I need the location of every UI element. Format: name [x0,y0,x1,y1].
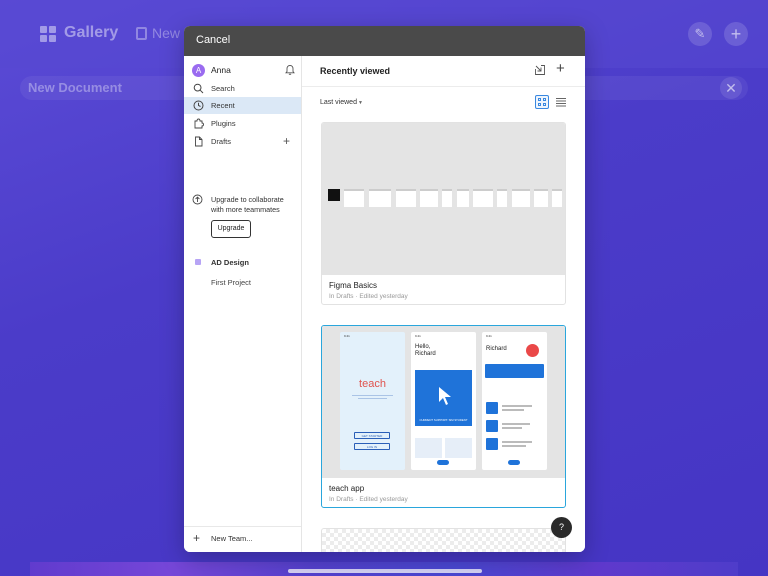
user-row[interactable]: A Anna [192,64,296,78]
sidebar-item-label: Recent [211,101,235,110]
avatar[interactable]: A [192,64,205,77]
sidebar-item-recent[interactable]: Recent [184,97,301,114]
close-icon: ✕ [720,77,742,99]
document-icon [136,27,147,40]
help-button[interactable]: ? [551,517,572,538]
sidebar-item-search[interactable]: Search [184,80,301,97]
upgrade-message: Upgrade to collaborate with more teammat… [211,195,284,214]
team-name[interactable]: AD Design [211,258,249,267]
new-file-icon[interactable]: + [556,61,565,77]
modal-header: Cancel [184,26,585,56]
sidebar-item-label: Plugins [211,119,236,128]
thumbnail-text: Hello, Richard [415,344,436,357]
thumbnail-text: Richard [486,346,507,352]
sidebar: A Anna Search Recent Plugins Drafts + Up… [184,56,302,552]
plugin-icon [194,118,204,129]
pencil-icon: ✎ [688,22,712,46]
file-thumbnail [322,123,565,275]
file-name: Figma Basics [329,281,378,290]
upgrade-button[interactable]: Upgrade [211,220,251,238]
thumbnail-text: GET STARTED [354,432,390,439]
import-icon[interactable] [534,64,546,76]
page-title: Recently viewed [320,66,391,76]
sidebar-item-plugins[interactable]: Plugins [184,115,301,132]
thumbnail-text: CURRENT SUPPORT: SIM STUDENT [419,418,468,422]
file-meta: In Drafts · Edited yesterday [329,293,408,300]
grid-view-toggle[interactable] [535,95,549,109]
file-thumbnail: 9:41 teach GET STARTED LOG IN 9:41 Hello… [322,326,565,478]
plus-icon: + [724,22,748,46]
document-title: New Document [28,80,122,95]
home-indicator[interactable] [288,569,482,573]
user-name: Anna [211,65,231,75]
new-team-button[interactable]: New Team... [211,534,253,543]
upgrade-icon [192,194,203,205]
clock-icon [193,100,204,111]
main-panel: Recently viewed + Last viewed ▼ Figma Ba… [302,56,585,552]
gallery-title: Gallery [64,24,119,41]
sidebar-item-drafts[interactable]: Drafts + [184,133,301,150]
sidebar-item-label: Drafts [211,137,232,146]
file-card[interactable]: Figma Basics In Drafts · Edited yesterda… [321,122,566,305]
file-icon [195,136,203,147]
file-name: teach app [329,484,365,493]
sort-dropdown[interactable]: Last viewed [320,99,357,106]
team-color-icon [195,259,201,265]
bell-icon[interactable] [284,64,296,76]
search-icon [193,83,204,94]
file-card[interactable]: 9:41 teach GET STARTED LOG IN 9:41 Hello… [321,325,566,508]
file-card[interactable] [321,528,566,552]
project-item[interactable]: First Project [211,278,251,287]
divider [184,526,301,527]
chevron-down-icon[interactable]: ▼ [358,100,363,106]
new-tab-label: New [152,25,181,41]
add-draft-icon[interactable]: + [283,134,290,148]
divider [302,86,585,87]
cancel-button[interactable]: Cancel [196,34,230,46]
thumbnail-text: LOG IN [354,443,390,450]
sidebar-item-label: Search [211,84,235,93]
teach-logo: teach [359,378,386,390]
file-meta: In Drafts · Edited yesterday [329,496,408,503]
gallery-icon [40,26,56,42]
list-view-toggle[interactable] [555,96,567,108]
file-browser-modal: Cancel A Anna Search Recent Plugins Draf… [184,26,585,552]
plus-icon[interactable]: + [193,531,200,545]
